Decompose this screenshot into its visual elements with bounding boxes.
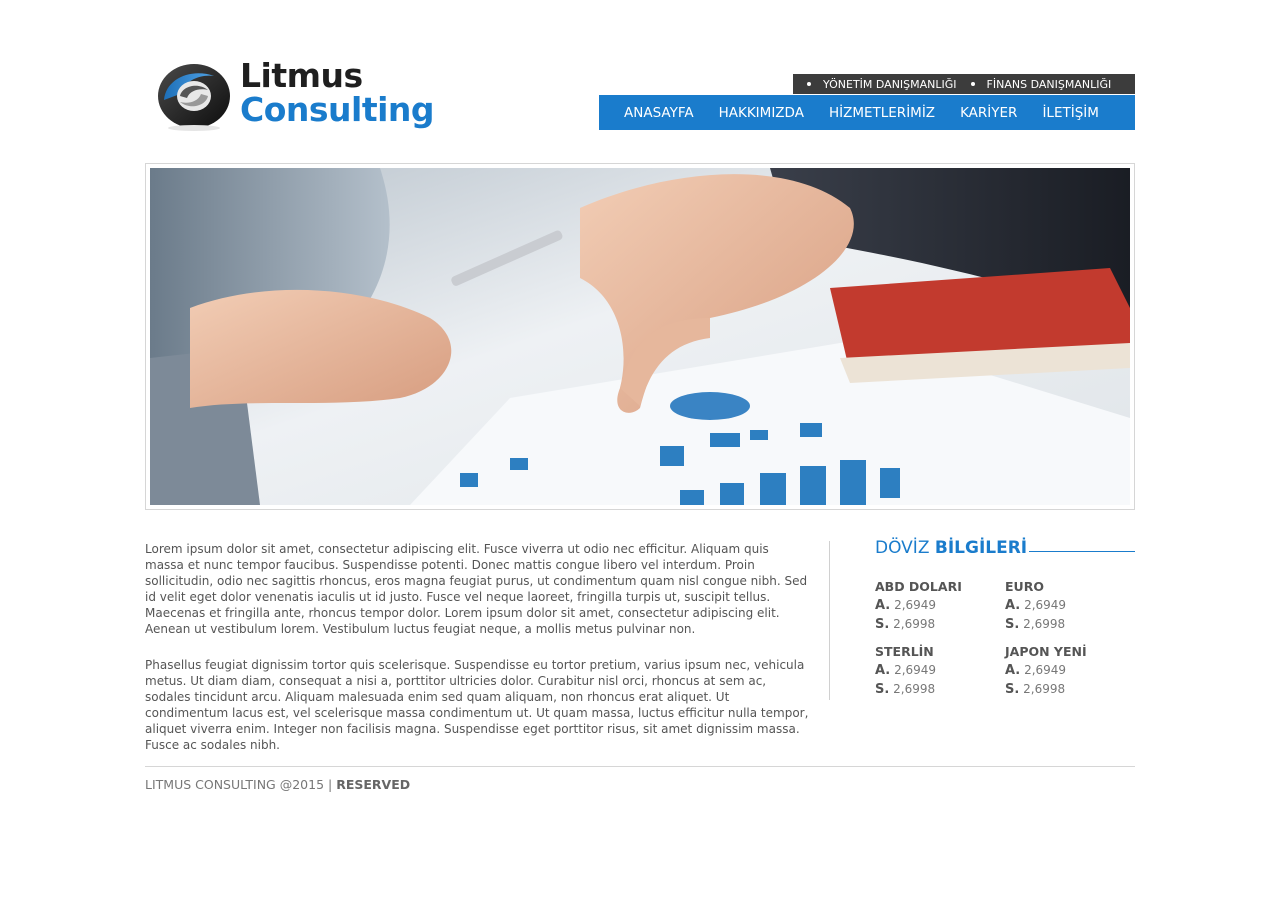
title-underline	[1029, 551, 1135, 552]
subnav-item-label: YÖNETİM DANIŞMANLIĞI	[823, 77, 957, 91]
buy-value: 2,6949	[894, 663, 937, 677]
bullet-icon	[970, 82, 975, 86]
nav-about[interactable]: HAKKIMIZDA	[719, 105, 804, 121]
currency-name: EURO	[1005, 579, 1044, 594]
main-nav: ANASAYFA HAKKIMIZDA HİZMETLERİMİZ KARİYE…	[599, 95, 1135, 130]
secondary-nav: YÖNETİM DANIŞMANLIĞI FİNANS DANIŞMANLIĞI	[793, 74, 1135, 94]
currency-sell-row: S. 2,6998	[1005, 680, 1135, 699]
currency-title-part1: DÖVİZ	[875, 538, 930, 558]
currency-item-gbp: STERLİN A. 2,6949 S. 2,6998	[875, 643, 1005, 699]
content-paragraph-1: Lorem ipsum dolor sit amet, consectetur …	[145, 542, 808, 636]
buy-value: 2,6949	[1024, 598, 1067, 612]
currency-buy-row: A. 2,6949	[1005, 661, 1135, 680]
footer: LITMUS CONSULTING @2015 | RESERVED	[145, 777, 410, 792]
buy-label: A.	[1005, 598, 1021, 613]
logo-mark-icon	[158, 64, 230, 131]
hero-illustration	[150, 168, 1130, 505]
currency-buy-row: A. 2,6949	[875, 661, 1005, 680]
buy-value: 2,6949	[1024, 663, 1067, 677]
footer-copyright: LITMUS CONSULTING @2015 |	[145, 777, 333, 792]
subnav-item-management-consulting[interactable]: YÖNETİM DANIŞMANLIĞI	[807, 78, 957, 91]
currency-item-eur: EURO A. 2,6949 S. 2,6998	[1005, 578, 1135, 634]
currency-panel: DÖVİZ BİLGİLERİ ABD DOLARI A. 2,6949 S. …	[875, 538, 1135, 699]
nav-contact[interactable]: İLETİŞİM	[1042, 105, 1098, 121]
currency-buy-row: A. 2,6949	[875, 596, 1005, 615]
buy-label: A.	[1005, 663, 1021, 678]
currency-buy-row: A. 2,6949	[1005, 596, 1135, 615]
sell-value: 2,6998	[893, 682, 936, 696]
nav-careers[interactable]: KARİYER	[960, 105, 1017, 121]
currency-name: ABD DOLARI	[875, 579, 962, 594]
currency-title-part2: BİLGİLERİ	[934, 538, 1028, 558]
currency-name: JAPON YENİ	[1005, 644, 1087, 659]
sell-value: 2,6998	[893, 617, 936, 631]
site-logo[interactable]: Litmus Consulting	[154, 56, 435, 134]
hero-banner	[145, 163, 1135, 510]
content-divider	[829, 541, 830, 700]
sell-value: 2,6998	[1023, 617, 1066, 631]
subnav-item-label: FİNANS DANIŞMANLIĞI	[986, 77, 1112, 91]
currency-sell-row: S. 2,6998	[875, 615, 1005, 634]
buy-value: 2,6949	[894, 598, 937, 612]
footer-divider	[145, 766, 1135, 767]
logo-text-consulting: Consulting	[240, 90, 435, 129]
currency-sell-row: S. 2,6998	[875, 680, 1005, 699]
logo-text-litmus: Litmus	[240, 56, 363, 95]
footer-reserved: RESERVED	[336, 777, 411, 792]
sell-label: S.	[875, 682, 890, 697]
currency-item-jpy: JAPON YENİ A. 2,6949 S. 2,6998	[1005, 643, 1135, 699]
main-content: Lorem ipsum dolor sit amet, consectetur …	[145, 541, 810, 773]
bullet-icon	[807, 82, 811, 86]
currency-sell-row: S. 2,6998	[1005, 615, 1135, 634]
buy-label: A.	[875, 598, 891, 613]
nav-home[interactable]: ANASAYFA	[624, 105, 694, 121]
sell-label: S.	[875, 617, 890, 632]
nav-services[interactable]: HİZMETLERİMİZ	[829, 105, 935, 121]
currency-name: STERLİN	[875, 644, 934, 659]
currency-title: DÖVİZ BİLGİLERİ	[875, 538, 1135, 564]
subnav-item-finance-consulting[interactable]: FİNANS DANIŞMANLIĞI	[970, 77, 1112, 91]
hero-image	[150, 168, 1130, 505]
currency-item-usd: ABD DOLARI A. 2,6949 S. 2,6998	[875, 578, 1005, 634]
content-paragraph-2: Phasellus feugiat dignissim tortor quis …	[145, 658, 809, 752]
sell-label: S.	[1005, 682, 1020, 697]
sell-label: S.	[1005, 617, 1020, 632]
sell-value: 2,6998	[1023, 682, 1066, 696]
buy-label: A.	[875, 663, 891, 678]
currency-grid: ABD DOLARI A. 2,6949 S. 2,6998 EURO A. 2…	[875, 578, 1135, 699]
